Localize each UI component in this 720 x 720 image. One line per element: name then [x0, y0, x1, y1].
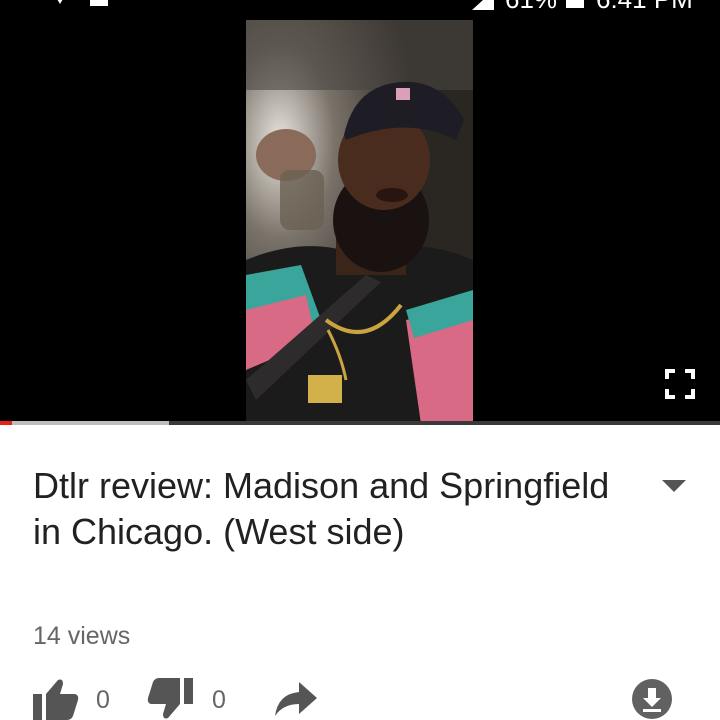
download-icon[interactable] [631, 678, 673, 720]
video-thumbnail [246, 20, 473, 424]
share-icon[interactable] [275, 682, 317, 716]
like-count: 0 [96, 686, 110, 714]
status-icons-left [57, 0, 108, 6]
view-count: 14 views [33, 622, 131, 650]
battery-icon [566, 0, 584, 8]
fullscreen-icon[interactable] [664, 368, 696, 400]
status-bar: 61% 6:41 PM [0, 0, 720, 12]
dislike-count: 0 [212, 686, 226, 714]
thumbs-up-icon[interactable] [33, 678, 79, 720]
cell-signal-icon [472, 0, 494, 10]
video-title: Dtlr review: Madison and Springfield in … [33, 465, 610, 552]
video-frame[interactable] [246, 20, 473, 424]
signal-status-icon [57, 0, 63, 4]
progress-played [0, 421, 13, 425]
android-status-icon [90, 0, 108, 6]
battery-percent: 61% [505, 0, 557, 12]
video-progress-bar[interactable] [0, 421, 720, 425]
thumbs-down-icon[interactable] [147, 678, 193, 720]
action-row: 0 0 [0, 672, 720, 720]
clock: 6:41 PM [596, 0, 693, 12]
video-player[interactable] [0, 12, 720, 424]
progress-buffered [0, 421, 170, 425]
expand-description-icon[interactable] [658, 474, 690, 498]
